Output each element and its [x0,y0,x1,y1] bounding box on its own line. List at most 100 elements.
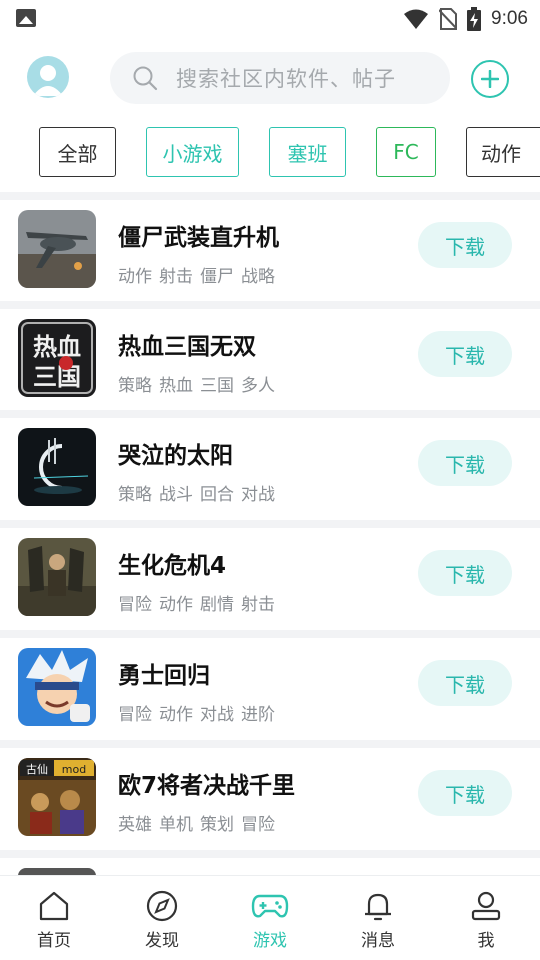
nav-discover[interactable]: 发现 [108,876,216,960]
divider [0,410,540,418]
nav-games[interactable]: 游戏 [216,876,324,960]
nav-home[interactable]: 首页 [0,876,108,960]
game-tag: 战略 [241,267,275,287]
bottom-navigation: 首页 发现 游戏 消息 我 [0,875,540,960]
divider [0,192,540,200]
compass-icon [146,890,178,922]
category-tabs: 全部 小游戏 塞班 FC 动作 [0,127,540,179]
nav-label: 消息 [361,931,395,951]
icon-text-sanguo: 三国 [33,362,81,391]
bell-icon [365,893,391,921]
game-tag: 三国 [200,376,234,396]
user-icon [471,891,501,921]
download-button[interactable]: 下载 [418,550,512,596]
category-chip-action[interactable]: 动作 [466,127,540,177]
game-tag: 多人 [241,376,275,396]
download-button[interactable]: 下载 [418,660,512,706]
game-icon-warrior-returns [18,648,96,726]
game-title: 生化危机4 [118,553,227,579]
gamepad-icon [251,894,289,918]
game-icon-resident-evil-4 [18,538,96,616]
clock: 9:06 [491,8,528,29]
game-tag: 单机 [159,815,193,835]
game-tag: 冒险 [241,815,275,835]
game-tag: 动作 [159,595,193,615]
game-tags: 英雄 单机 策划 冒险 [118,810,275,835]
no-sim-icon [439,8,458,30]
game-icon-crying-sun [18,428,96,506]
wifi-icon [404,9,429,29]
nav-label: 游戏 [253,931,287,951]
download-button[interactable]: 下载 [418,222,512,268]
icon-text-mod: mod [62,763,86,776]
game-tag: 战斗 [159,485,193,505]
game-tag: 动作 [159,705,193,725]
game-list-item[interactable]: 僵尸武装直升机 动作 射击 僵尸 战略 下载 [0,200,540,301]
search-placeholder: 搜索社区内软件、帖子 [176,67,396,91]
game-list-item[interactable]: 古仙 mod 欧7将者决战千里 英雄 单机 策划 冒险 下载 [0,748,540,849]
home-icon [39,891,69,921]
game-tag: 热血 [159,376,193,396]
game-tag: 动作 [118,267,152,287]
game-tag: 射击 [241,595,275,615]
plus-circle-icon [481,70,499,88]
game-tag: 射击 [159,267,193,287]
game-list-item[interactable]: 热血 三国 热血三国无双 策略 热血 三国 多人 下载 [0,309,540,410]
divider [0,740,540,748]
search-input[interactable]: 搜索社区内软件、帖子 [110,52,450,104]
game-tag: 策略 [118,376,152,396]
battery-charging-icon [467,7,482,31]
game-list-item[interactable]: 生化危机4 冒险 动作 剧情 射击 下载 [0,528,540,629]
game-title: 僵尸武装直升机 [118,225,279,251]
game-tags: 策略 战斗 回合 对战 [118,480,275,505]
game-tag: 回合 [200,485,234,505]
game-title: 哭泣的太阳 [118,443,233,469]
game-tag: 冒险 [118,595,152,615]
game-tag: 对战 [241,485,275,505]
game-tags: 动作 射击 僵尸 战略 [118,262,275,287]
divider [0,301,540,309]
category-chip-mini-games[interactable]: 小游戏 [146,127,239,177]
category-chip-all[interactable]: 全部 [39,127,116,177]
nav-messages[interactable]: 消息 [324,876,432,960]
category-chip-fc[interactable]: FC [376,127,436,177]
game-tag: 冒险 [118,705,152,725]
game-tag: 剧情 [200,595,234,615]
image-icon [16,9,36,27]
game-list-item[interactable]: 哭泣的太阳 策略 战斗 回合 对战 下载 [0,418,540,519]
category-chip-symbian[interactable]: 塞班 [269,127,346,177]
game-tags: 冒险 动作 对战 进阶 [118,700,275,725]
game-icon-rexue-sanguo: 热血 三国 [18,319,96,397]
game-tags: 冒险 动作 剧情 射击 [118,590,275,615]
download-button[interactable]: 下载 [418,440,512,486]
nav-label: 我 [477,931,495,951]
icon-text-rexue: 热血 [33,332,81,361]
user-avatar-icon[interactable] [27,56,69,98]
divider [0,630,540,638]
game-tag: 策划 [200,815,234,835]
search-icon [133,66,158,91]
divider [0,850,540,858]
game-tags: 策略 热血 三国 多人 [118,371,275,396]
add-button[interactable] [471,60,509,98]
download-button[interactable]: 下载 [418,331,512,377]
download-button[interactable]: 下载 [418,770,512,816]
status-icons: 9:06 [403,6,528,32]
game-icon-zombie-helicopter [18,210,96,288]
nav-label: 发现 [145,931,179,951]
icon-text-guxian: 古仙 [26,763,48,776]
game-tag: 策略 [118,485,152,505]
game-tag: 僵尸 [200,267,234,287]
game-tag: 对战 [200,705,234,725]
game-title: 欧7将者决战千里 [118,773,296,799]
game-tag: 进阶 [241,705,275,725]
divider [0,520,540,528]
game-tag: 英雄 [118,815,152,835]
status-bar: 9:06 [0,0,540,38]
nav-label: 首页 [37,931,71,951]
game-title: 热血三国无双 [118,334,256,360]
nav-profile[interactable]: 我 [432,876,540,960]
game-icon-ou7-generals: 古仙 mod [18,758,96,836]
game-title: 勇士回归 [118,663,210,689]
game-list-item[interactable]: 勇士回归 冒险 动作 对战 进阶 下载 [0,638,540,739]
